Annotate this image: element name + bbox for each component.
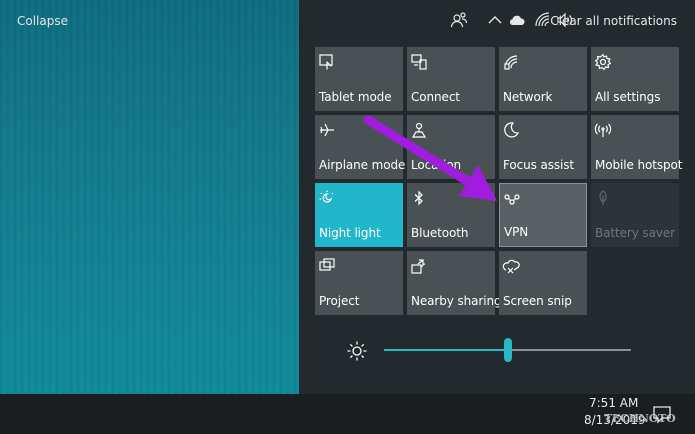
tile-screen-snip[interactable]: Screen snip bbox=[499, 251, 587, 315]
tile-tablet-mode[interactable]: Tablet mode bbox=[315, 47, 403, 111]
connect-icon bbox=[410, 53, 430, 73]
tile-label: Tablet mode bbox=[319, 90, 392, 104]
tile-label: Airplane mode bbox=[319, 158, 406, 172]
tile-label: Mobile hotspot bbox=[595, 158, 683, 172]
brightness-icon bbox=[346, 340, 368, 362]
nearby-sharing-icon bbox=[410, 257, 430, 277]
tile-label: Focus assist bbox=[503, 158, 575, 172]
clock-time[interactable]: 7:51 AM bbox=[589, 396, 638, 410]
tile-airplane-mode[interactable]: Airplane mode bbox=[315, 115, 406, 179]
tile-label: Nearby sharing bbox=[411, 294, 502, 308]
tile-focus-assist[interactable]: Focus assist bbox=[499, 115, 587, 179]
moon-icon bbox=[502, 121, 522, 141]
notifications-icon[interactable] bbox=[652, 404, 672, 424]
brightness-slider-thumb[interactable] bbox=[504, 338, 512, 362]
tile-label: Screen snip bbox=[503, 294, 572, 308]
airplane-icon bbox=[318, 121, 338, 141]
tile-location[interactable]: Location bbox=[407, 115, 495, 179]
gear-icon bbox=[594, 53, 614, 73]
people-icon[interactable] bbox=[450, 11, 468, 29]
tile-night-light[interactable]: Night light bbox=[315, 183, 403, 247]
battery-saver-icon bbox=[594, 189, 614, 209]
tile-project[interactable]: Project bbox=[315, 251, 403, 315]
tile-label: Night light bbox=[319, 226, 381, 240]
tile-battery-saver: Battery saver bbox=[591, 183, 679, 247]
tile-label: Bluetooth bbox=[411, 226, 469, 240]
screen-snip-icon bbox=[502, 257, 522, 277]
brightness-slider-fill bbox=[384, 349, 504, 351]
tile-bluetooth[interactable]: Bluetooth bbox=[407, 183, 495, 247]
project-icon bbox=[318, 257, 338, 277]
network-icon bbox=[502, 53, 522, 73]
vpn-icon bbox=[503, 190, 523, 210]
brightness-slider-track[interactable] bbox=[512, 349, 631, 351]
tile-label: Connect bbox=[411, 90, 460, 104]
tile-nearby-sharing[interactable]: Nearby sharing bbox=[407, 251, 502, 315]
location-icon bbox=[410, 121, 430, 141]
tile-label: Battery saver bbox=[595, 226, 675, 240]
tile-label: Location bbox=[411, 158, 461, 172]
tile-label: All settings bbox=[595, 90, 661, 104]
tile-vpn[interactable]: VPN bbox=[499, 183, 587, 247]
tile-all-settings[interactable]: All settings bbox=[591, 47, 679, 111]
tile-connect[interactable]: Connect bbox=[407, 47, 495, 111]
bluetooth-icon bbox=[410, 189, 430, 209]
tile-mobile-hotspot[interactable]: Mobile hotspot bbox=[591, 115, 683, 179]
tile-label: VPN bbox=[504, 225, 529, 239]
night-light-icon bbox=[318, 189, 338, 209]
desktop-wallpaper bbox=[0, 0, 299, 394]
onedrive-cloud-icon[interactable] bbox=[508, 11, 526, 29]
hotspot-icon bbox=[594, 121, 614, 141]
tile-label: Project bbox=[319, 294, 360, 308]
tile-network[interactable]: Network bbox=[499, 47, 587, 111]
wifi-icon[interactable] bbox=[534, 11, 552, 29]
chevron-up-icon[interactable] bbox=[486, 11, 504, 29]
tablet-mode-icon bbox=[318, 53, 338, 73]
volume-icon[interactable] bbox=[556, 11, 574, 29]
collapse-link[interactable]: Collapse bbox=[17, 14, 68, 28]
tile-label: Network bbox=[503, 90, 553, 104]
